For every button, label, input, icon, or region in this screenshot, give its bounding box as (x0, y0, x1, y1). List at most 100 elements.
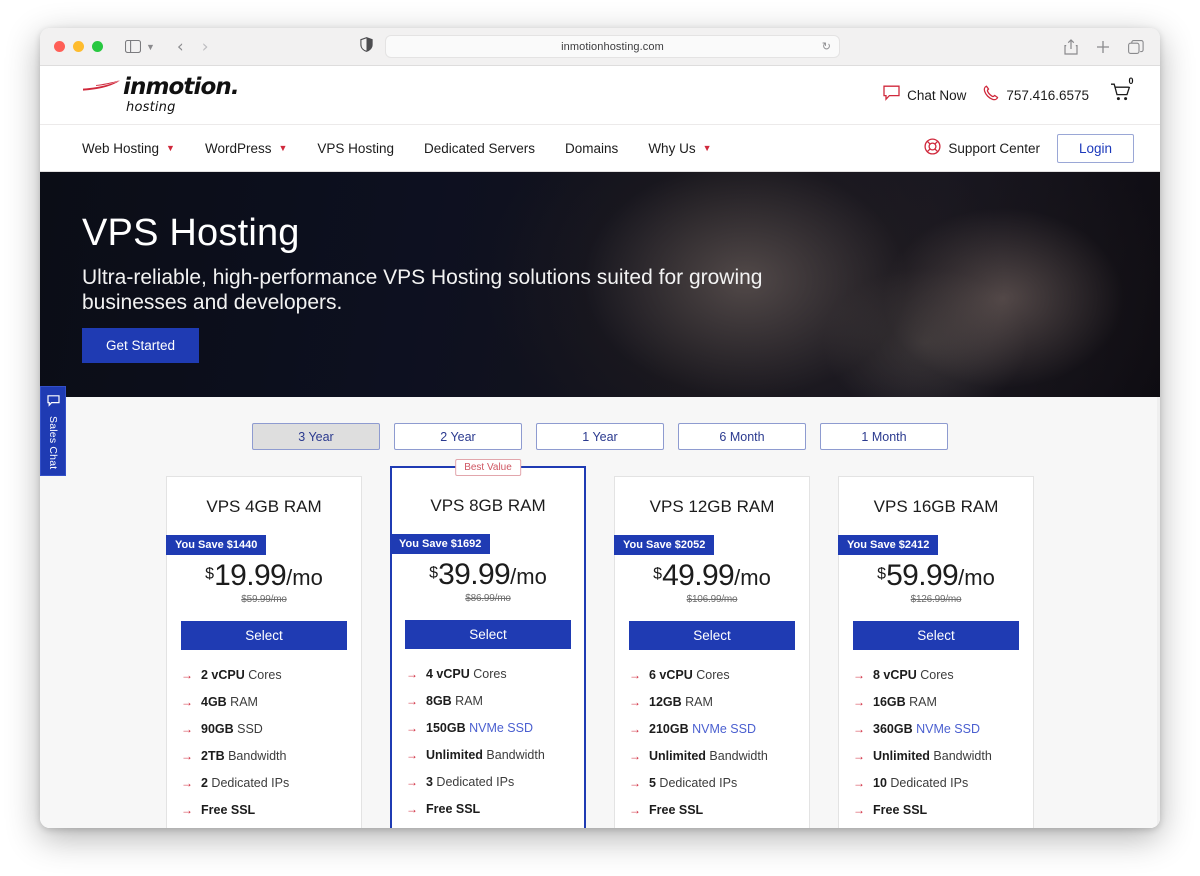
feature-item: → 8 vCPU Cores (853, 668, 1033, 682)
get-started-button[interactable]: Get Started (82, 328, 200, 364)
feature-item: → 2 vCPU Cores (181, 668, 361, 682)
feature-item: → Free SSL (629, 803, 809, 817)
arrow-icon: → (406, 667, 418, 681)
currency-symbol: $ (205, 565, 215, 583)
back-arrow-icon[interactable]: ‹ (177, 37, 184, 57)
nav-item-list: Web Hosting ▼ WordPress ▼ VPS Hosting De… (82, 141, 711, 156)
savings-badge: You Save $1440 (166, 535, 267, 555)
phone-link[interactable]: 757.416.6575 (983, 85, 1089, 106)
term-selector: 3 Year 2 Year 1 Year 6 Month 1 Month (40, 423, 1160, 450)
select-plan-button[interactable]: Select (405, 620, 571, 649)
url-input[interactable]: inmotionhosting.com ↻ (385, 35, 840, 58)
feature-label: 90GB SSD (201, 722, 263, 736)
feature-label: 3 Dedicated IPs (426, 775, 515, 789)
nav-item-wordpress[interactable]: WordPress ▼ (205, 141, 287, 156)
savings-badge: You Save $2052 (614, 535, 715, 555)
plus-icon[interactable] (1096, 40, 1110, 54)
forward-arrow-icon[interactable]: › (202, 37, 209, 57)
price-value: 49.99 (662, 559, 735, 592)
feature-list: → 2 vCPU Cores → 4GB RAM → 90GB SSD → 2TB Bandw… (167, 668, 361, 828)
sales-chat-tab[interactable]: Sales Chat (40, 386, 66, 476)
price-value: 59.99 (886, 559, 959, 592)
feature-label: Unlimited Bandwidth (426, 748, 545, 762)
arrow-icon: → (853, 749, 865, 763)
window-controls (54, 41, 103, 52)
cart-count-badge: 0 (1125, 75, 1137, 87)
feature-item: → 3 Dedicated IPs (406, 775, 584, 789)
feature-list: → 8 vCPU Cores → 16GB RAM → 360GB NVMe SSD → Un… (839, 668, 1033, 828)
logo-wordmark: inmotion. (123, 74, 240, 100)
phone-number: 757.416.6575 (1006, 87, 1089, 103)
chat-now-label: Chat Now (907, 87, 967, 103)
chevron-down-icon[interactable]: ▼ (146, 42, 155, 52)
arrow-icon: → (406, 694, 418, 708)
original-price: $59.99/mo (241, 594, 287, 605)
tab-overview-icon[interactable] (1128, 39, 1144, 54)
page-title: VPS Hosting (82, 212, 300, 254)
reload-icon[interactable]: ↻ (822, 40, 831, 53)
feature-item: → 10 Dedicated IPs (853, 776, 1033, 790)
nav-label: Why Us (648, 140, 696, 156)
nav-item-web-hosting[interactable]: Web Hosting ▼ (82, 141, 175, 156)
feature-item: → 4GB RAM (181, 695, 361, 709)
minimize-window-button[interactable] (73, 41, 84, 52)
browser-window: ▼ ‹ › inmotionhosting.com ↻ inmotion. ho… (40, 28, 1160, 828)
currency-symbol: $ (653, 565, 663, 583)
arrow-icon: → (181, 776, 193, 790)
maximize-window-button[interactable] (92, 41, 103, 52)
currency-symbol: $ (429, 564, 439, 582)
term-option-1-year[interactable]: 1 Year (536, 423, 664, 450)
web-page: inmotion. hosting Chat Now 757.416.6575 … (40, 66, 1160, 828)
term-option-6-month[interactable]: 6 Month (678, 423, 806, 450)
cart-button[interactable]: 0 (1110, 75, 1137, 108)
chat-now-link[interactable]: Chat Now (883, 85, 966, 106)
login-button[interactable]: Login (1056, 133, 1134, 163)
site-logo[interactable]: inmotion. hosting (82, 74, 240, 114)
sidebar-icon[interactable] (125, 40, 141, 53)
feature-item: → 90GB SSD (181, 722, 361, 736)
close-window-button[interactable] (54, 41, 65, 52)
feature-item: → Unlimited Bandwidth (853, 749, 1033, 763)
price-value: 19.99 (214, 559, 287, 592)
chevron-down-icon: ▼ (166, 143, 175, 153)
feature-label: 8 vCPU Cores (873, 668, 954, 682)
plan-price: $19.99/mo (167, 561, 361, 591)
feature-label: 150GB NVMe SSD (426, 721, 533, 735)
best-value-badge: Best Value (455, 459, 521, 476)
nav-item-vps-hosting[interactable]: VPS Hosting (317, 141, 394, 156)
feature-label: Free SSL (873, 803, 928, 817)
arrow-icon: → (853, 803, 865, 817)
select-plan-button[interactable]: Select (181, 621, 347, 650)
term-option-3-year[interactable]: 3 Year (252, 423, 380, 450)
pricing-card: Best Value VPS 8GB RAM You Save $1692 $39.9… (390, 459, 586, 828)
arrow-icon: → (181, 749, 193, 763)
select-plan-button[interactable]: Select (853, 621, 1019, 650)
arrow-icon: → (181, 722, 193, 736)
arrow-icon: → (853, 668, 865, 682)
feature-item: → 8GB RAM (406, 694, 584, 708)
feature-item: → 360GB NVMe SSD (853, 722, 1033, 736)
arrow-icon: → (629, 749, 641, 763)
plan-title: VPS 16GB RAM (873, 497, 999, 516)
feature-label: 210GB NVMe SSD (649, 722, 756, 736)
term-option-2-year[interactable]: 2 Year (394, 423, 522, 450)
arrow-icon: → (406, 721, 418, 735)
share-icon[interactable] (1064, 38, 1078, 55)
arrow-icon: → (406, 802, 418, 816)
support-center-link[interactable]: Support Center (924, 138, 1040, 158)
privacy-shield-icon[interactable] (360, 36, 373, 57)
nav-right-actions: Support Center Login (924, 133, 1134, 163)
arrow-icon: → (406, 748, 418, 762)
currency-symbol: $ (877, 565, 887, 583)
price-value: 39.99 (438, 558, 511, 591)
select-plan-button[interactable]: Select (629, 621, 795, 650)
feature-label: 4GB RAM (201, 695, 258, 709)
nav-item-dedicated-servers[interactable]: Dedicated Servers (424, 141, 535, 156)
main-navigation: Web Hosting ▼ WordPress ▼ VPS Hosting De… (40, 124, 1160, 172)
feature-item: → 12GB RAM (629, 695, 809, 709)
nav-item-domains[interactable]: Domains (565, 141, 618, 156)
nav-item-why-us[interactable]: Why Us ▼ (648, 141, 711, 156)
chat-bubble-icon (46, 394, 60, 412)
term-option-1-month[interactable]: 1 Month (820, 423, 948, 450)
toolbar-right-actions (1064, 38, 1144, 55)
